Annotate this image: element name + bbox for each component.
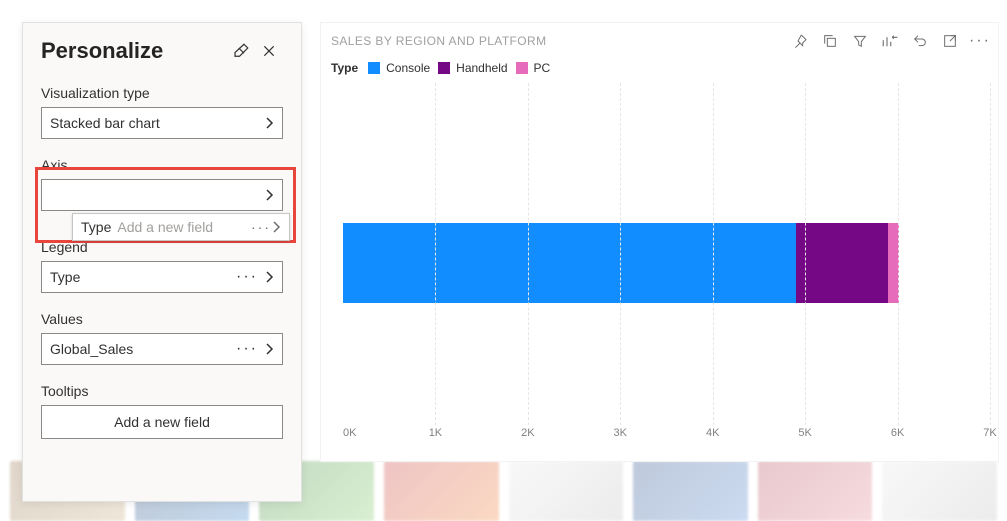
legend-title: Type bbox=[331, 61, 358, 75]
x-tick: 3K bbox=[614, 427, 627, 439]
chart-action-bar: ··· bbox=[790, 31, 990, 51]
chart-legend: Type Console Handheld PC bbox=[321, 55, 998, 79]
axis-field-well[interactable] bbox=[41, 179, 283, 211]
grid-line bbox=[620, 83, 621, 425]
legend-label: Console bbox=[386, 61, 430, 75]
x-tick: 1K bbox=[429, 427, 442, 439]
legend-label: Handheld bbox=[456, 61, 507, 75]
legend-swatch bbox=[368, 62, 380, 74]
legend-field-well[interactable]: Type ··· bbox=[41, 261, 283, 293]
x-tick: 6K bbox=[891, 427, 904, 439]
legend-swatch bbox=[438, 62, 450, 74]
grid-line bbox=[898, 83, 899, 425]
grid-line bbox=[805, 83, 806, 425]
bar-segment-console[interactable] bbox=[343, 223, 796, 303]
legend-item-handheld[interactable]: Handheld bbox=[438, 61, 507, 75]
personalize-panel: Personalize Visualization type Stacked b… bbox=[22, 22, 302, 502]
panel-title: Personalize bbox=[41, 38, 227, 64]
chevron-right-icon bbox=[264, 342, 274, 356]
section-tooltips: Tooltips Add a new field bbox=[41, 383, 283, 439]
more-options-icon[interactable]: ··· bbox=[970, 31, 990, 51]
legend-item-console[interactable]: Console bbox=[368, 61, 430, 75]
section-values: Values Global_Sales ··· bbox=[41, 311, 283, 365]
values-field-well[interactable]: Global_Sales ··· bbox=[41, 333, 283, 365]
legend-value: Type bbox=[50, 269, 236, 285]
viz-type-dropdown[interactable]: Stacked bar chart bbox=[41, 107, 283, 139]
x-tick: 4K bbox=[706, 427, 719, 439]
erase-icon[interactable] bbox=[227, 37, 255, 65]
x-tick: 0K bbox=[343, 427, 356, 439]
tooltips-label: Tooltips bbox=[41, 383, 283, 399]
more-icon[interactable]: ··· bbox=[236, 346, 258, 352]
section-axis: Axis bbox=[41, 157, 283, 211]
filter-icon[interactable] bbox=[850, 31, 870, 51]
section-legend: Legend Type ··· bbox=[41, 239, 283, 293]
viz-type-value: Stacked bar chart bbox=[50, 115, 264, 131]
legend-label: PC bbox=[534, 61, 551, 75]
chart-plot-area: 0K1K2K3K4K5K6K7K bbox=[331, 83, 990, 439]
axis-placeholder bbox=[50, 187, 264, 203]
chart-title: SALES BY REGION AND PLATFORM bbox=[331, 34, 790, 48]
more-icon[interactable]: ··· bbox=[236, 274, 258, 280]
legend-label: Legend bbox=[41, 239, 283, 255]
drag-chip-placeholder: Add a new field bbox=[117, 219, 213, 235]
drag-chip-value: Type bbox=[81, 219, 111, 235]
undo-icon[interactable] bbox=[910, 31, 930, 51]
panel-header: Personalize bbox=[41, 23, 283, 85]
x-axis-ticks: 0K1K2K3K4K5K6K7K bbox=[343, 425, 990, 439]
section-visualization-type: Visualization type Stacked bar chart bbox=[41, 85, 283, 139]
chevron-right-icon bbox=[264, 188, 274, 202]
viz-type-label: Visualization type bbox=[41, 85, 283, 101]
x-tick: 2K bbox=[521, 427, 534, 439]
chevron-right-icon bbox=[271, 220, 281, 234]
grid-line bbox=[528, 83, 529, 425]
x-tick: 7K bbox=[983, 427, 996, 439]
grid-line bbox=[435, 83, 436, 425]
close-icon[interactable] bbox=[255, 37, 283, 65]
drag-chip-type[interactable]: Type Add a new field ··· bbox=[72, 213, 290, 241]
x-tick: 5K bbox=[798, 427, 811, 439]
grid-line bbox=[713, 83, 714, 425]
add-field-button[interactable]: Add a new field bbox=[41, 405, 283, 439]
pin-icon[interactable] bbox=[790, 31, 810, 51]
copy-icon[interactable] bbox=[820, 31, 840, 51]
chevron-right-icon bbox=[264, 116, 274, 130]
bar-segment-handheld[interactable] bbox=[796, 223, 888, 303]
values-label: Values bbox=[41, 311, 283, 327]
legend-item-pc[interactable]: PC bbox=[516, 61, 551, 75]
chart-visual[interactable]: SALES BY REGION AND PLATFORM bbox=[320, 22, 999, 462]
personalize-icon[interactable] bbox=[880, 31, 900, 51]
values-value: Global_Sales bbox=[50, 341, 236, 357]
more-icon[interactable]: ··· bbox=[251, 219, 271, 235]
chart-header: SALES BY REGION AND PLATFORM bbox=[321, 23, 998, 55]
chevron-right-icon bbox=[264, 270, 274, 284]
focus-mode-icon[interactable] bbox=[940, 31, 960, 51]
axis-label: Axis bbox=[41, 157, 283, 173]
grid-line bbox=[990, 83, 991, 425]
legend-swatch bbox=[516, 62, 528, 74]
plot-inner bbox=[343, 83, 990, 425]
add-field-label: Add a new field bbox=[114, 414, 210, 430]
